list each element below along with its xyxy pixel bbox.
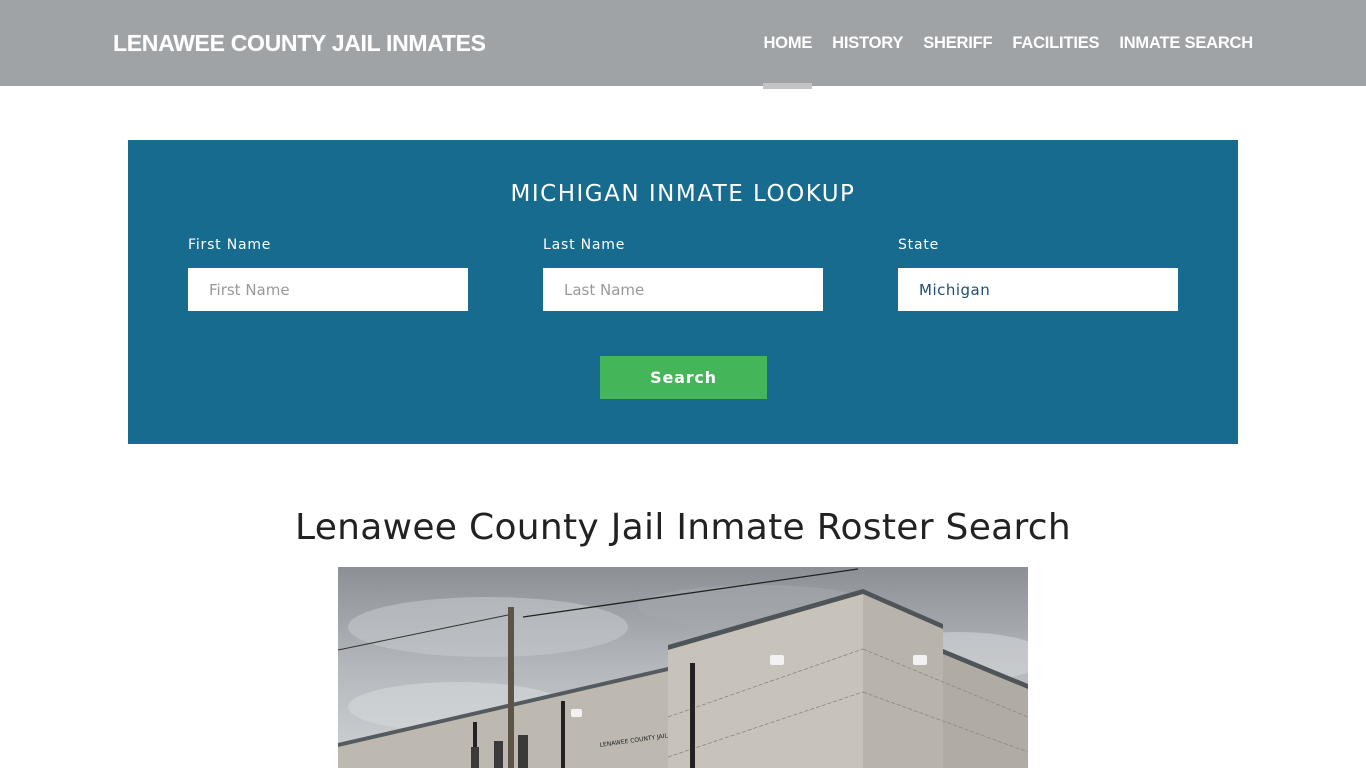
nav-home[interactable]: HOME xyxy=(763,0,812,89)
first-name-label: First Name xyxy=(188,237,272,253)
page-title: Lenawee County Jail Inmate Roster Search xyxy=(294,507,1072,548)
last-name-label: Last Name xyxy=(543,237,626,253)
nav-inmate-search[interactable]: INMATE SEARCH xyxy=(1119,0,1253,86)
nav-facilities[interactable]: FACILITIES xyxy=(1012,0,1099,86)
utility-pole xyxy=(508,607,514,768)
state-input[interactable] xyxy=(898,268,1178,311)
last-name-input[interactable] xyxy=(543,268,823,311)
state-label: State xyxy=(898,237,940,253)
jail-building-illustration: LENAWEE COUNTY JAIL xyxy=(338,567,1028,768)
search-button[interactable]: Search xyxy=(600,356,767,399)
jail-building-photo: LENAWEE COUNTY JAIL xyxy=(338,567,1028,768)
downspout xyxy=(690,663,695,768)
main-nav: HOME HISTORY SHERIFF FACILITIES INMATE S… xyxy=(763,0,1253,89)
site-brand-link[interactable]: LENAWEE COUNTY JAIL INMATES xyxy=(113,30,486,57)
first-name-input[interactable] xyxy=(188,268,468,311)
nav-history[interactable]: HISTORY xyxy=(832,0,903,86)
nav-sheriff[interactable]: SHERIFF xyxy=(923,0,992,86)
lookup-title: MICHIGAN INMATE LOOKUP xyxy=(510,181,856,207)
site-header: LENAWEE COUNTY JAIL INMATES HOME HISTORY… xyxy=(0,0,1366,89)
